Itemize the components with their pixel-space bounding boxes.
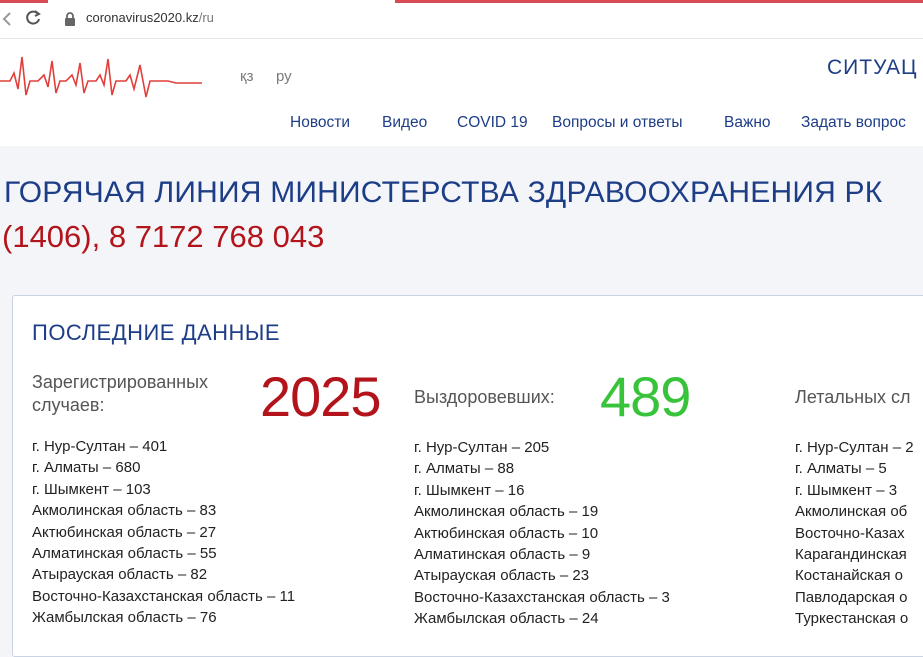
list-item: Алматинская область – 55 xyxy=(32,545,217,563)
language-kz-link[interactable]: қз xyxy=(240,68,253,85)
list-item: г. Шымкент – 16 xyxy=(414,481,525,499)
recovered-region-list: г. Нур-Султан – 205 г. Алматы – 88 г. Шы… xyxy=(414,437,670,630)
list-item: г. Нур-Султан – 2 xyxy=(795,439,914,456)
registered-label-line1: Зарегистрированных xyxy=(32,372,209,392)
heartbeat-logo-icon[interactable] xyxy=(0,45,202,105)
hotline-title: ГОРЯЧАЯ ЛИНИЯ МИНИСТЕРСТВА ЗДРАВООХРАНЕН… xyxy=(4,176,883,209)
nav-ask-question[interactable]: Задать вопрос xyxy=(801,114,906,132)
reload-icon[interactable] xyxy=(22,7,44,29)
list-item: Восточно-Казахстанская область – 11 xyxy=(32,587,296,605)
list-item: Атырауская область – 82 xyxy=(32,566,208,584)
latest-data-title: ПОСЛЕДНИЕ ДАННЫЕ xyxy=(32,320,281,345)
list-item: г. Алматы – 5 xyxy=(795,460,887,478)
recovered-count: 489 xyxy=(600,365,691,428)
language-ru-link[interactable]: ру xyxy=(276,68,292,85)
list-item: г. Шымкент – 103 xyxy=(32,480,151,498)
list-item: Атырауская область – 23 xyxy=(414,567,590,585)
nav-faq[interactable]: Вопросы и ответы xyxy=(552,114,683,132)
list-item: Актюбинская область – 10 xyxy=(414,524,599,542)
site-header: қз ру СИТУАЦ Новости Видео COVID 19 Вопр… xyxy=(0,39,923,146)
list-item: г. Нур-Султан – 205 xyxy=(414,439,550,456)
list-item: г. Нур-Султан – 401 xyxy=(32,438,168,455)
deaths-region-list: г. Нур-Султан – 2 г. Алматы – 5 г. Шымке… xyxy=(795,437,914,630)
list-item: Акмолинская область – 19 xyxy=(414,503,599,521)
list-item: Актюбинская область – 27 xyxy=(32,523,217,541)
url-host: coronavirus2020.kz xyxy=(86,10,199,25)
list-item: Акмолинская об xyxy=(795,503,908,521)
situation-heading: СИТУАЦ xyxy=(827,56,918,79)
list-item: Жамбылская область – 76 xyxy=(32,609,217,627)
nav-covid19[interactable]: COVID 19 xyxy=(457,114,528,132)
nav-important[interactable]: Важно xyxy=(724,114,771,132)
url-path: /ru xyxy=(198,10,214,25)
recovered-label: Выздоровевших: xyxy=(414,387,555,407)
list-item: Акмолинская область – 83 xyxy=(32,502,217,520)
nav-news[interactable]: Новости xyxy=(290,114,350,132)
deaths-label: Летальных сл xyxy=(795,387,911,407)
list-item: г. Алматы – 88 xyxy=(414,460,515,478)
tab-strip-accent xyxy=(395,0,923,3)
list-item: г. Алматы – 680 xyxy=(32,459,141,477)
list-item: Костанайская о xyxy=(795,567,903,585)
registered-count: 2025 xyxy=(260,365,382,428)
list-item: г. Шымкент – 3 xyxy=(795,481,898,499)
browser-toolbar: coronavirus2020.kz/ru xyxy=(0,0,923,39)
list-item: Восточно-Казах xyxy=(795,524,905,542)
tab-strip-accent xyxy=(0,0,48,3)
list-item: Павлодарская о xyxy=(795,588,908,606)
hotline-phone[interactable]: (1406), 8 7172 768 043 xyxy=(2,219,324,255)
nav-video[interactable]: Видео xyxy=(382,114,427,132)
registered-region-list: г. Нур-Султан – 401 г. Алматы – 680 г. Ш… xyxy=(32,436,295,629)
list-item: Восточно-Казахстанская область – 3 xyxy=(414,588,670,606)
list-item: Карагандинская xyxy=(795,546,907,564)
address-bar[interactable]: coronavirus2020.kz/ru xyxy=(86,10,214,25)
registered-label: Зарегистрированных случаев: xyxy=(32,371,208,417)
list-item: Алматинская область – 9 xyxy=(414,546,591,564)
list-item: Жамбылская область – 24 xyxy=(414,610,599,628)
registered-label-line2: случаев: xyxy=(32,395,105,415)
list-item: Туркестанская о xyxy=(795,610,909,628)
back-arrow-icon[interactable] xyxy=(0,9,14,29)
lock-icon xyxy=(64,11,76,27)
